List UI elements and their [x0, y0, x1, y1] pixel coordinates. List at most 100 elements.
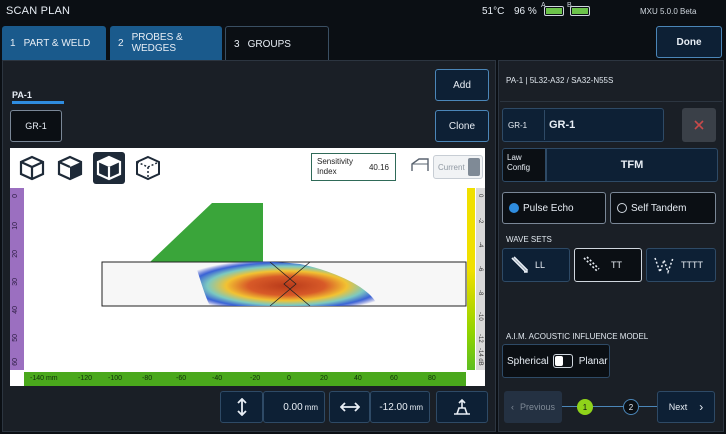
divider — [500, 101, 722, 102]
pulse-echo-label: Pulse Echo — [523, 202, 574, 214]
previous-button[interactable]: ‹ Previous — [504, 391, 562, 423]
toggle-knob — [468, 158, 480, 176]
horizontal-offset-icon[interactable] — [329, 391, 370, 423]
law-config-label: Law Config — [502, 148, 546, 182]
view-3d-top-icon[interactable] — [93, 152, 125, 184]
wave-tttt-icon — [654, 257, 674, 275]
vertical-offset-field[interactable]: 0.00 mm — [263, 391, 325, 423]
wave-set-label: LL — [535, 260, 546, 270]
battery-b-icon — [570, 6, 590, 16]
position-tick: -60 — [176, 375, 187, 382]
aim-spherical-label: Spherical — [507, 355, 549, 367]
next-label: Next — [668, 402, 688, 412]
aim-model-switch[interactable]: Spherical Planar — [502, 344, 610, 378]
scan-diagram — [101, 203, 467, 307]
tab-number: 3 — [234, 38, 240, 50]
tab-label: PART & WELD — [23, 37, 91, 49]
aim-title: A.I.M. ACOUSTIC INFLUENCE MODEL — [506, 332, 649, 341]
group-name-field[interactable]: GR-1 GR-1 — [502, 108, 664, 142]
step-1[interactable]: 1 — [577, 399, 593, 415]
tab-number: 2 — [118, 37, 124, 49]
tab-part-weld[interactable]: 1 PART & WELD — [2, 26, 106, 60]
view-3d-wireframe-icon[interactable] — [132, 152, 164, 184]
position-tick: 40 — [354, 375, 362, 382]
wave-set-tttt[interactable]: TTTT — [646, 248, 716, 282]
self-tandem-option[interactable]: Self Tandem — [610, 192, 716, 224]
next-button[interactable]: Next › — [657, 391, 715, 423]
law-config-field[interactable]: Law Config TFM — [502, 148, 718, 182]
db-tick: -8 — [477, 290, 483, 296]
group-field-label: GR-1 — [508, 121, 528, 130]
wave-tt-icon — [583, 256, 600, 273]
horizontal-offset-unit: mm — [409, 402, 423, 412]
wave-ll-icon — [511, 256, 528, 273]
db-scale: 0 -2 -4 -6 -8 -10 -12 -14 dB — [476, 188, 485, 370]
aim-planar-label: Planar — [578, 355, 608, 367]
db-tick: -12 — [477, 334, 483, 343]
depth-tick: 40 — [12, 306, 19, 314]
version-label: MXU 5.0.0 Beta — [640, 7, 697, 16]
pulse-echo-option[interactable]: Pulse Echo — [502, 192, 606, 224]
probe-tab-indicator — [12, 101, 64, 104]
probe-wedge-title: PA-1 | 5L32-A32 / SA32-N55S — [506, 76, 614, 85]
field-divider — [544, 110, 545, 140]
chevron-right-icon: › — [699, 400, 704, 414]
depth-tick: 0 — [12, 194, 19, 198]
wave-set-label: TTTT — [681, 260, 703, 270]
sensitivity-index: Sensitivity Index 40.16 — [311, 153, 396, 181]
position-tick: 80 — [428, 375, 436, 382]
close-icon — [694, 120, 704, 130]
top-bar — [0, 0, 726, 24]
depth-tick: 50 — [12, 334, 19, 342]
wave-sets-title: WAVE SETS — [506, 235, 552, 244]
add-button[interactable]: Add — [435, 69, 489, 101]
battery-a-icon — [544, 6, 564, 16]
clone-button[interactable]: Clone — [435, 110, 489, 142]
sensitivity-label: Sensitivity Index — [317, 157, 354, 176]
law-config-value: TFM — [546, 148, 718, 182]
step-2[interactable]: 2 — [623, 399, 639, 415]
delete-group-button[interactable] — [682, 108, 716, 142]
sensitivity-value: 40.16 — [368, 163, 389, 172]
previous-label: Previous — [519, 402, 555, 412]
depth-tick: 10 — [12, 222, 19, 230]
radio-selected-icon — [509, 203, 519, 213]
wave-set-ll[interactable]: LL — [502, 248, 570, 282]
temperature-readout: 51°C — [482, 6, 505, 17]
vertical-offset-unit: mm — [304, 402, 318, 412]
db-tick: 0 — [477, 194, 483, 198]
db-tick: -2 — [477, 218, 483, 224]
tab-groups[interactable]: 3 GROUPS — [225, 26, 329, 61]
tab-number: 1 — [10, 37, 16, 49]
position-tick: -120 — [78, 375, 93, 382]
db-tick: -14 dB — [477, 348, 483, 366]
horizontal-offset-value: -12.00 — [379, 401, 408, 413]
depth-tick: 30 — [12, 278, 19, 286]
battery-percent: 96 % — [514, 6, 537, 17]
position-tick: -140 mm — [30, 375, 58, 382]
horizontal-offset-field[interactable]: -12.00 mm — [370, 391, 430, 423]
vertical-offset-icon[interactable] — [220, 391, 263, 423]
group-chip-gr1[interactable]: GR-1 — [10, 110, 62, 142]
position-tick: -100 — [108, 375, 123, 382]
view-3d-solid-icon[interactable] — [16, 152, 48, 184]
tab-probes-wedges[interactable]: 2 PROBES & WEDGES — [110, 26, 222, 60]
db-tick: -4 — [477, 242, 483, 248]
view-3d-front-icon[interactable] — [54, 152, 86, 184]
probe-position-button[interactable] — [436, 391, 488, 423]
probe-position-icon — [454, 398, 470, 415]
chevron-left-icon: ‹ — [510, 402, 514, 412]
position-ruler: -140 mm -120 -100 -80 -60 -40 -20 0 20 4… — [24, 372, 466, 386]
current-toggle[interactable]: Current — [433, 155, 483, 179]
position-tick: -20 — [250, 375, 261, 382]
wave-set-tt[interactable]: TT — [574, 248, 642, 282]
aim-toggle[interactable] — [552, 354, 573, 368]
tab-label: PROBES & WEDGES — [131, 32, 183, 54]
probe-tab-pa1[interactable]: PA-1 — [12, 90, 32, 100]
current-label: Current — [438, 163, 465, 172]
wedge-shape — [150, 203, 263, 262]
done-button[interactable]: Done — [656, 26, 722, 58]
tab-label: GROUPS — [247, 38, 291, 50]
depth-tick: 60 — [12, 358, 19, 366]
self-tandem-label: Self Tandem — [631, 202, 687, 214]
